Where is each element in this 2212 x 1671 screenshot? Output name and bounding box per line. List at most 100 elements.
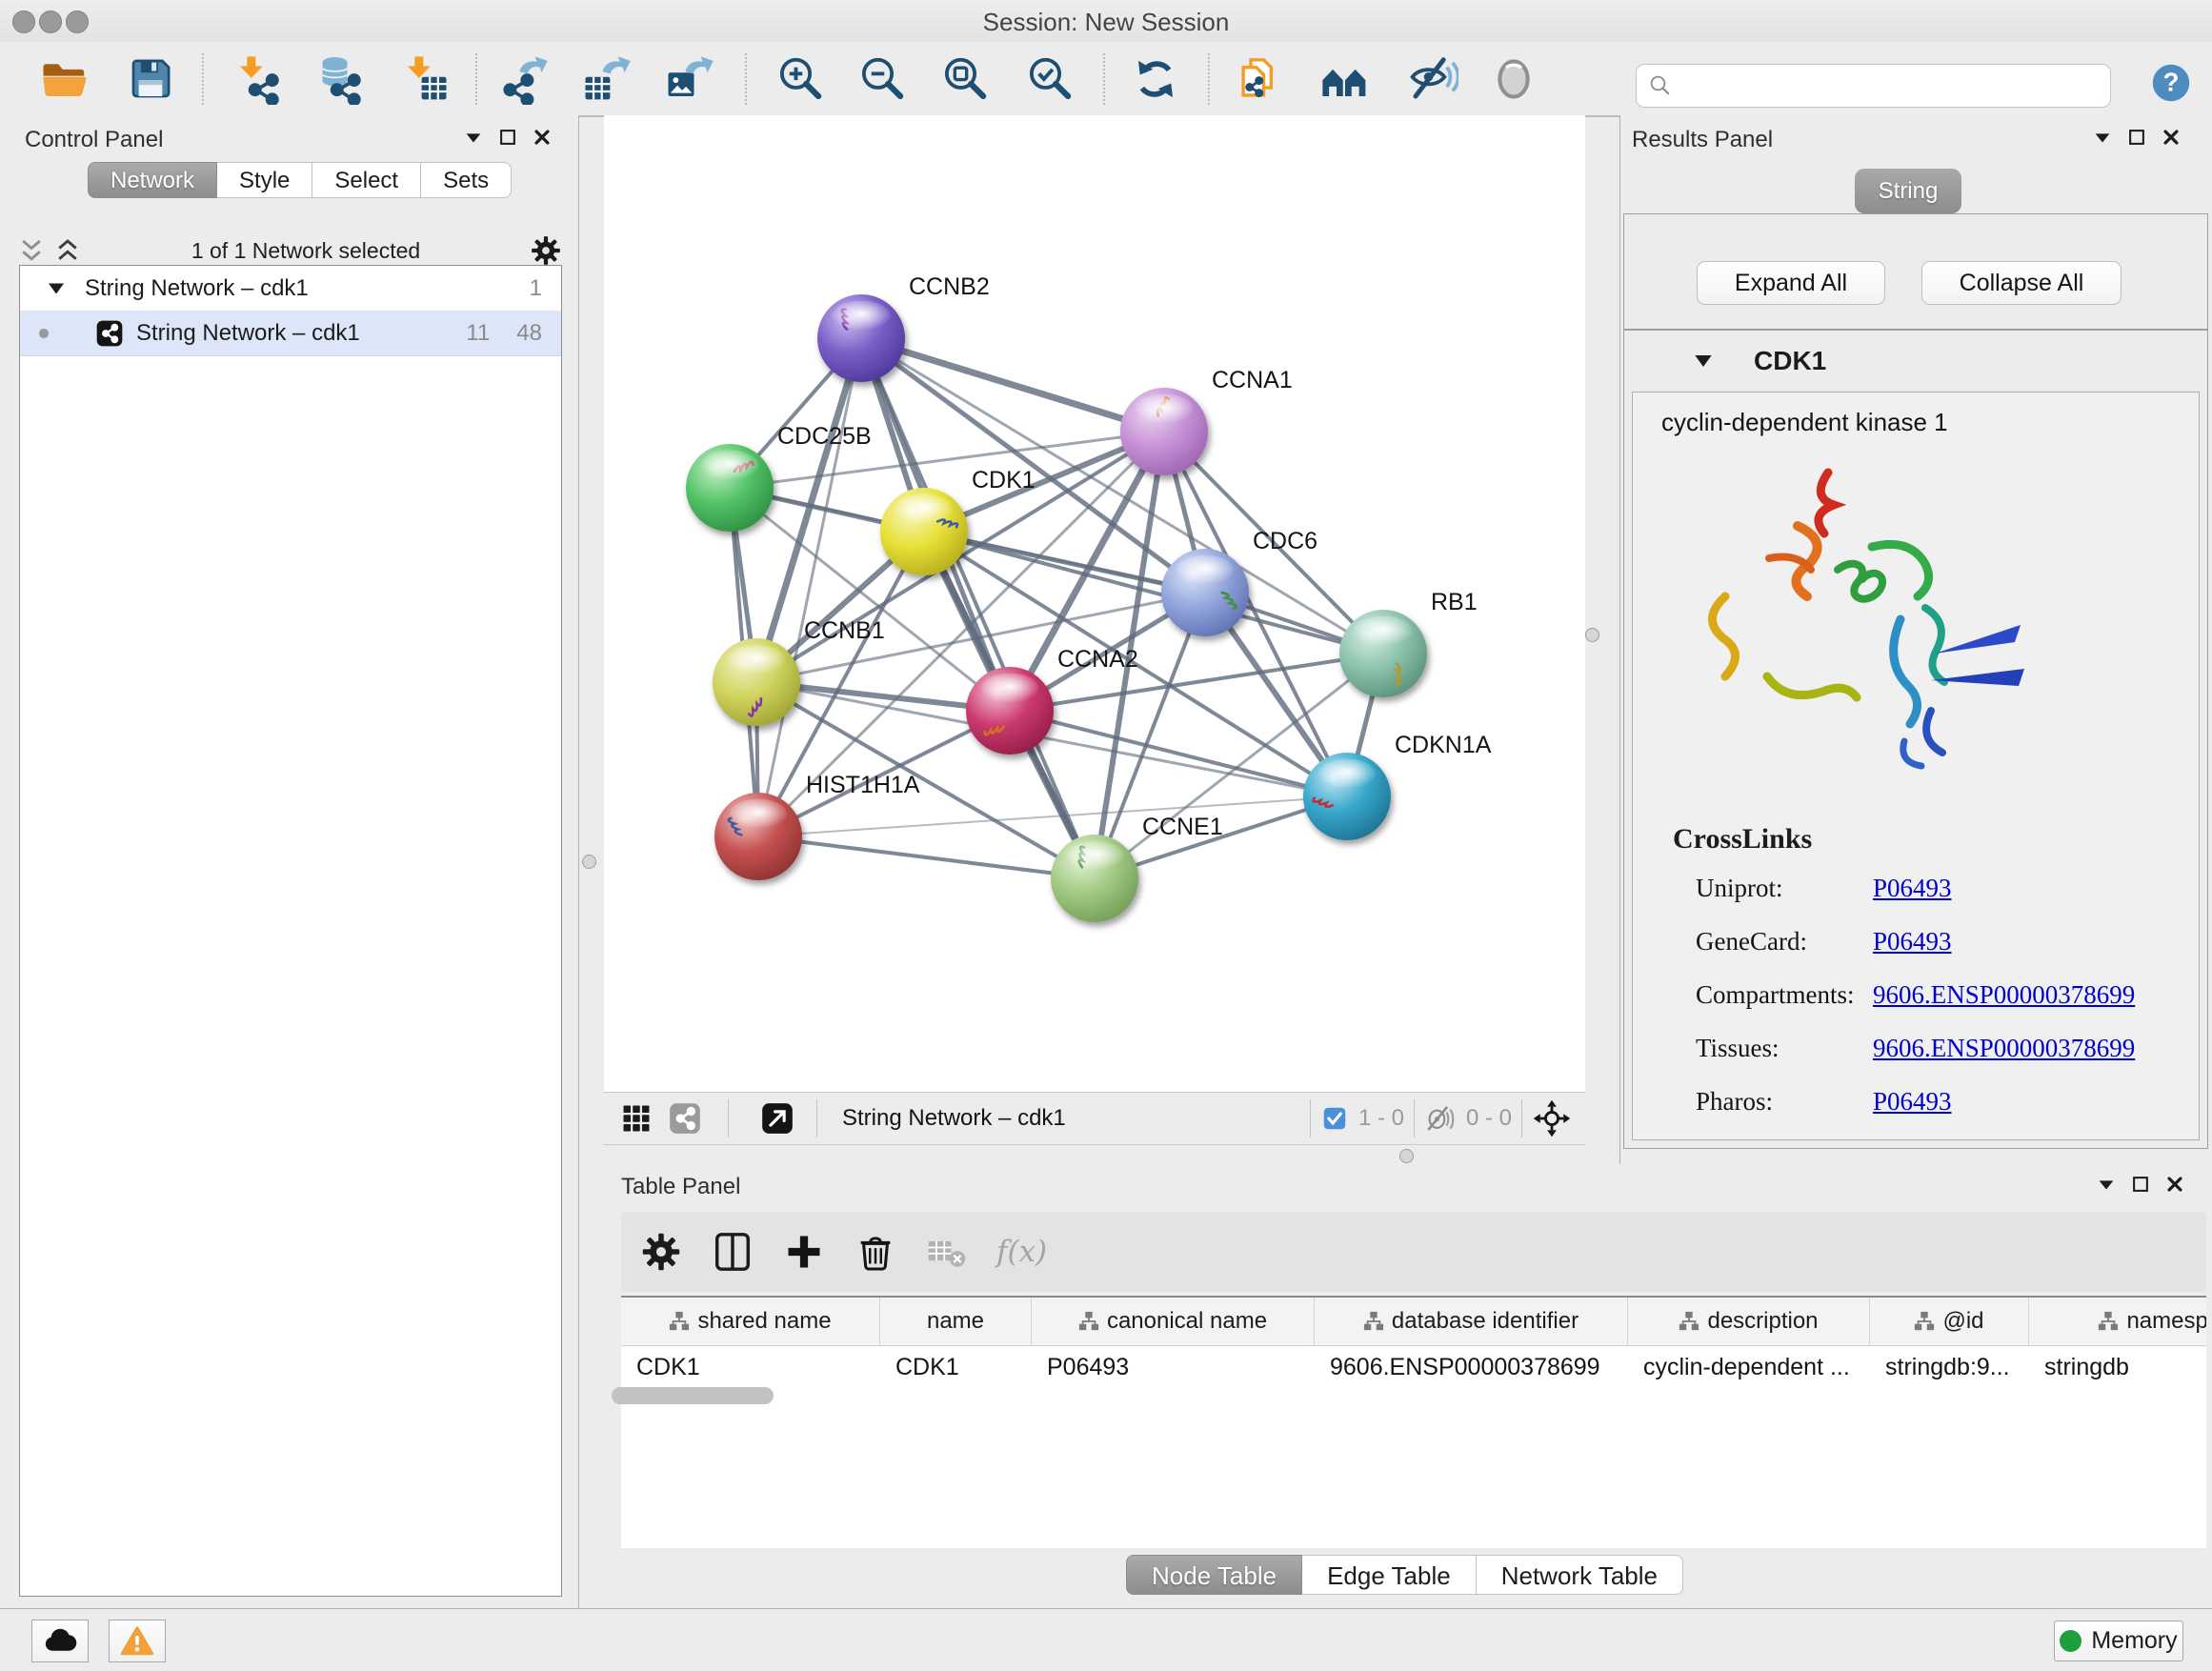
table-options-gear-icon[interactable] [640, 1231, 682, 1273]
import-network-from-database-button[interactable] [313, 53, 365, 105]
column-header-description[interactable]: description [1628, 1298, 1870, 1345]
node-CCNE1[interactable] [1051, 835, 1138, 922]
table-cell[interactable]: CDK1 [621, 1346, 880, 1388]
column-header--id[interactable]: @id [1870, 1298, 2029, 1345]
export-network-button[interactable] [498, 53, 550, 105]
delete-column-icon[interactable] [854, 1230, 897, 1274]
tab-edge-table[interactable]: Edge Table [1302, 1555, 1477, 1595]
zoom-fit-button[interactable] [939, 53, 991, 105]
results-panel-float-icon[interactable] [2126, 127, 2147, 148]
column-header-name[interactable]: name [880, 1298, 1032, 1345]
save-session-button[interactable] [125, 53, 176, 105]
crosslink-link[interactable]: 9606.ENSP00000378699 [1873, 1034, 2135, 1062]
detach-view-icon[interactable] [759, 1100, 795, 1137]
export-table-button[interactable] [581, 53, 633, 105]
help-button[interactable]: ? [2150, 62, 2192, 104]
collection-expander-icon[interactable] [45, 277, 68, 300]
node-CDKN1A[interactable] [1303, 753, 1391, 840]
network-view-canvas[interactable]: CCNB2CCNA1CDC25BCDK1CDC6RB1CCNB1CCNA2CDK… [604, 115, 1585, 1092]
tab-network[interactable]: Network [88, 162, 217, 198]
network-collection-row[interactable]: String Network – cdk1 1 [20, 266, 561, 311]
table-cell[interactable]: stringdb:9... [1870, 1346, 2029, 1388]
table-cell[interactable]: 9606.ENSP00000378699 [1315, 1346, 1628, 1388]
zoom-out-button[interactable] [856, 53, 908, 105]
expand-all-button[interactable]: Expand All [1697, 261, 1885, 305]
import-table-from-file-button[interactable] [399, 53, 451, 105]
tab-style[interactable]: Style [217, 162, 312, 198]
create-column-icon[interactable] [783, 1231, 825, 1273]
hidden-items-icon[interactable] [1424, 1102, 1457, 1135]
selected-items-checkbox-icon[interactable] [1320, 1104, 1349, 1133]
node-CCNA1[interactable] [1120, 388, 1208, 475]
hide-selected-button[interactable] [1407, 53, 1458, 105]
tab-network-table[interactable]: Network Table [1477, 1555, 1683, 1595]
edge-CCNB2-HIST1H1A[interactable] [758, 338, 861, 836]
network-graph[interactable]: CCNB2CCNA1CDC25BCDK1CDC6RB1CCNB1CCNA2CDK… [604, 115, 1585, 1092]
results-panel-menu-icon[interactable] [2092, 127, 2113, 148]
apply-layout-button[interactable] [1130, 53, 1181, 105]
table-panel-float-icon[interactable] [2130, 1174, 2151, 1195]
tab-node-table[interactable]: Node Table [1126, 1555, 1302, 1595]
node-RB1[interactable] [1339, 610, 1427, 697]
column-header-namespace[interactable]: namespace [2029, 1298, 2206, 1345]
birds-eye-view-icon[interactable] [619, 1101, 654, 1136]
search-input[interactable] [1675, 71, 2101, 100]
zoom-in-button[interactable] [774, 53, 826, 105]
show-columns-icon[interactable] [711, 1230, 754, 1274]
cloud-services-button[interactable] [31, 1620, 89, 1662]
node-HIST1H1A[interactable] [714, 793, 802, 880]
tab-select[interactable]: Select [312, 162, 421, 198]
left-splitter-handle[interactable] [582, 855, 596, 869]
network-overview-icon[interactable] [667, 1100, 703, 1137]
gene-section-header[interactable]: CDK1 [1624, 331, 2207, 392]
edge-CCNB2-CCNA1[interactable] [861, 338, 1164, 432]
results-panel-close-icon[interactable] [2161, 127, 2182, 148]
collapse-all-button[interactable]: Collapse All [1921, 261, 2122, 305]
column-header-shared-name[interactable]: shared name [621, 1298, 880, 1345]
table-panel-close-icon[interactable] [2164, 1174, 2185, 1195]
collapse-all-networks-icon[interactable] [17, 236, 46, 265]
table-row[interactable]: CDK1CDK1P064939606.ENSP00000378699cyclin… [621, 1346, 2206, 1388]
tab-string[interactable]: String [1855, 169, 1961, 213]
table-cell[interactable]: stringdb [2029, 1346, 2206, 1388]
gene-section-expander-icon[interactable] [1691, 349, 1716, 373]
node-CDC25B[interactable] [686, 444, 774, 532]
right-splitter-handle[interactable] [1585, 628, 1599, 642]
node-CDK1[interactable] [880, 488, 968, 575]
crosslink-link[interactable]: P06493 [1873, 927, 1952, 956]
crosslink-link[interactable]: P06493 [1873, 874, 1952, 902]
column-header-canonical-name[interactable]: canonical name [1032, 1298, 1315, 1345]
node-CCNB2[interactable] [817, 294, 905, 382]
column-header-database-identifier[interactable]: database identifier [1315, 1298, 1628, 1345]
zoom-selected-button[interactable] [1024, 53, 1076, 105]
fit-selected-icon[interactable] [1532, 1098, 1572, 1138]
expand-all-networks-icon[interactable] [53, 236, 82, 265]
crosslink-link[interactable]: P06493 [1873, 1087, 1952, 1116]
import-network-from-file-button[interactable] [231, 53, 283, 105]
memory-button[interactable]: Memory [2054, 1621, 2183, 1661]
control-panel-close-icon[interactable] [532, 127, 553, 148]
table-cell[interactable]: cyclin-dependent ... [1628, 1346, 1870, 1388]
node-CCNA2[interactable] [966, 667, 1054, 755]
node-CCNB1[interactable] [713, 638, 800, 726]
warnings-button[interactable] [109, 1620, 166, 1662]
show-all-nodes-button[interactable] [1319, 53, 1371, 105]
open-session-button[interactable] [39, 53, 90, 105]
crosslink-link[interactable]: 9606.ENSP00000378699 [1873, 980, 2135, 1009]
network-options-gear-icon[interactable] [530, 234, 562, 267]
show-hidden-button[interactable] [1488, 53, 1539, 105]
table-cell[interactable]: CDK1 [880, 1346, 1032, 1388]
table-horizontal-scrollbar[interactable] [612, 1387, 774, 1404]
table-panel-menu-icon[interactable] [2096, 1174, 2117, 1195]
bottom-splitter-handle[interactable] [1399, 1149, 1414, 1163]
network-row[interactable]: String Network – cdk1 11 48 [20, 311, 561, 356]
edge-HIST1H1A-CCNE1[interactable] [758, 836, 1095, 878]
node-CDC6[interactable] [1161, 549, 1249, 636]
manage-networks-button[interactable] [1234, 53, 1285, 105]
tab-sets[interactable]: Sets [421, 162, 512, 198]
control-panel-float-icon[interactable] [497, 127, 518, 148]
search-box[interactable] [1636, 64, 2111, 108]
control-panel-menu-icon[interactable] [463, 127, 484, 148]
export-image-button[interactable] [664, 53, 715, 105]
table-cell[interactable]: P06493 [1032, 1346, 1315, 1388]
